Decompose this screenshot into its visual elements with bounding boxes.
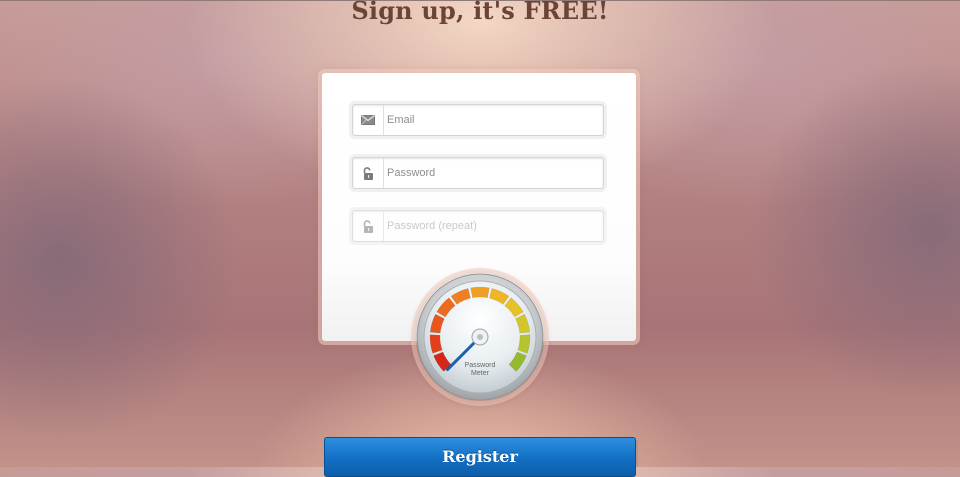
register-button[interactable]: Register: [324, 437, 636, 477]
password-meter: Password Meter: [416, 273, 544, 401]
meter-hub-center: [477, 334, 483, 340]
password-input[interactable]: [387, 158, 597, 188]
meter-label-line2: Meter: [471, 370, 489, 377]
email-input[interactable]: [387, 105, 597, 135]
page-title: Sign up, it's FREE!: [351, 0, 609, 25]
password-meter-gauge: [416, 273, 544, 401]
password-repeat-field[interactable]: [352, 210, 604, 242]
envelope-icon: [353, 105, 384, 135]
password-repeat-input[interactable]: [387, 211, 597, 241]
meter-label: Password Meter: [450, 362, 510, 378]
unlocked-padlock-icon: [353, 158, 384, 188]
password-field[interactable]: [352, 157, 604, 189]
email-field[interactable]: [352, 104, 604, 136]
meter-segment: [470, 286, 490, 299]
unlocked-padlock-icon: [353, 211, 384, 241]
meter-label-line1: Password: [464, 362, 496, 369]
